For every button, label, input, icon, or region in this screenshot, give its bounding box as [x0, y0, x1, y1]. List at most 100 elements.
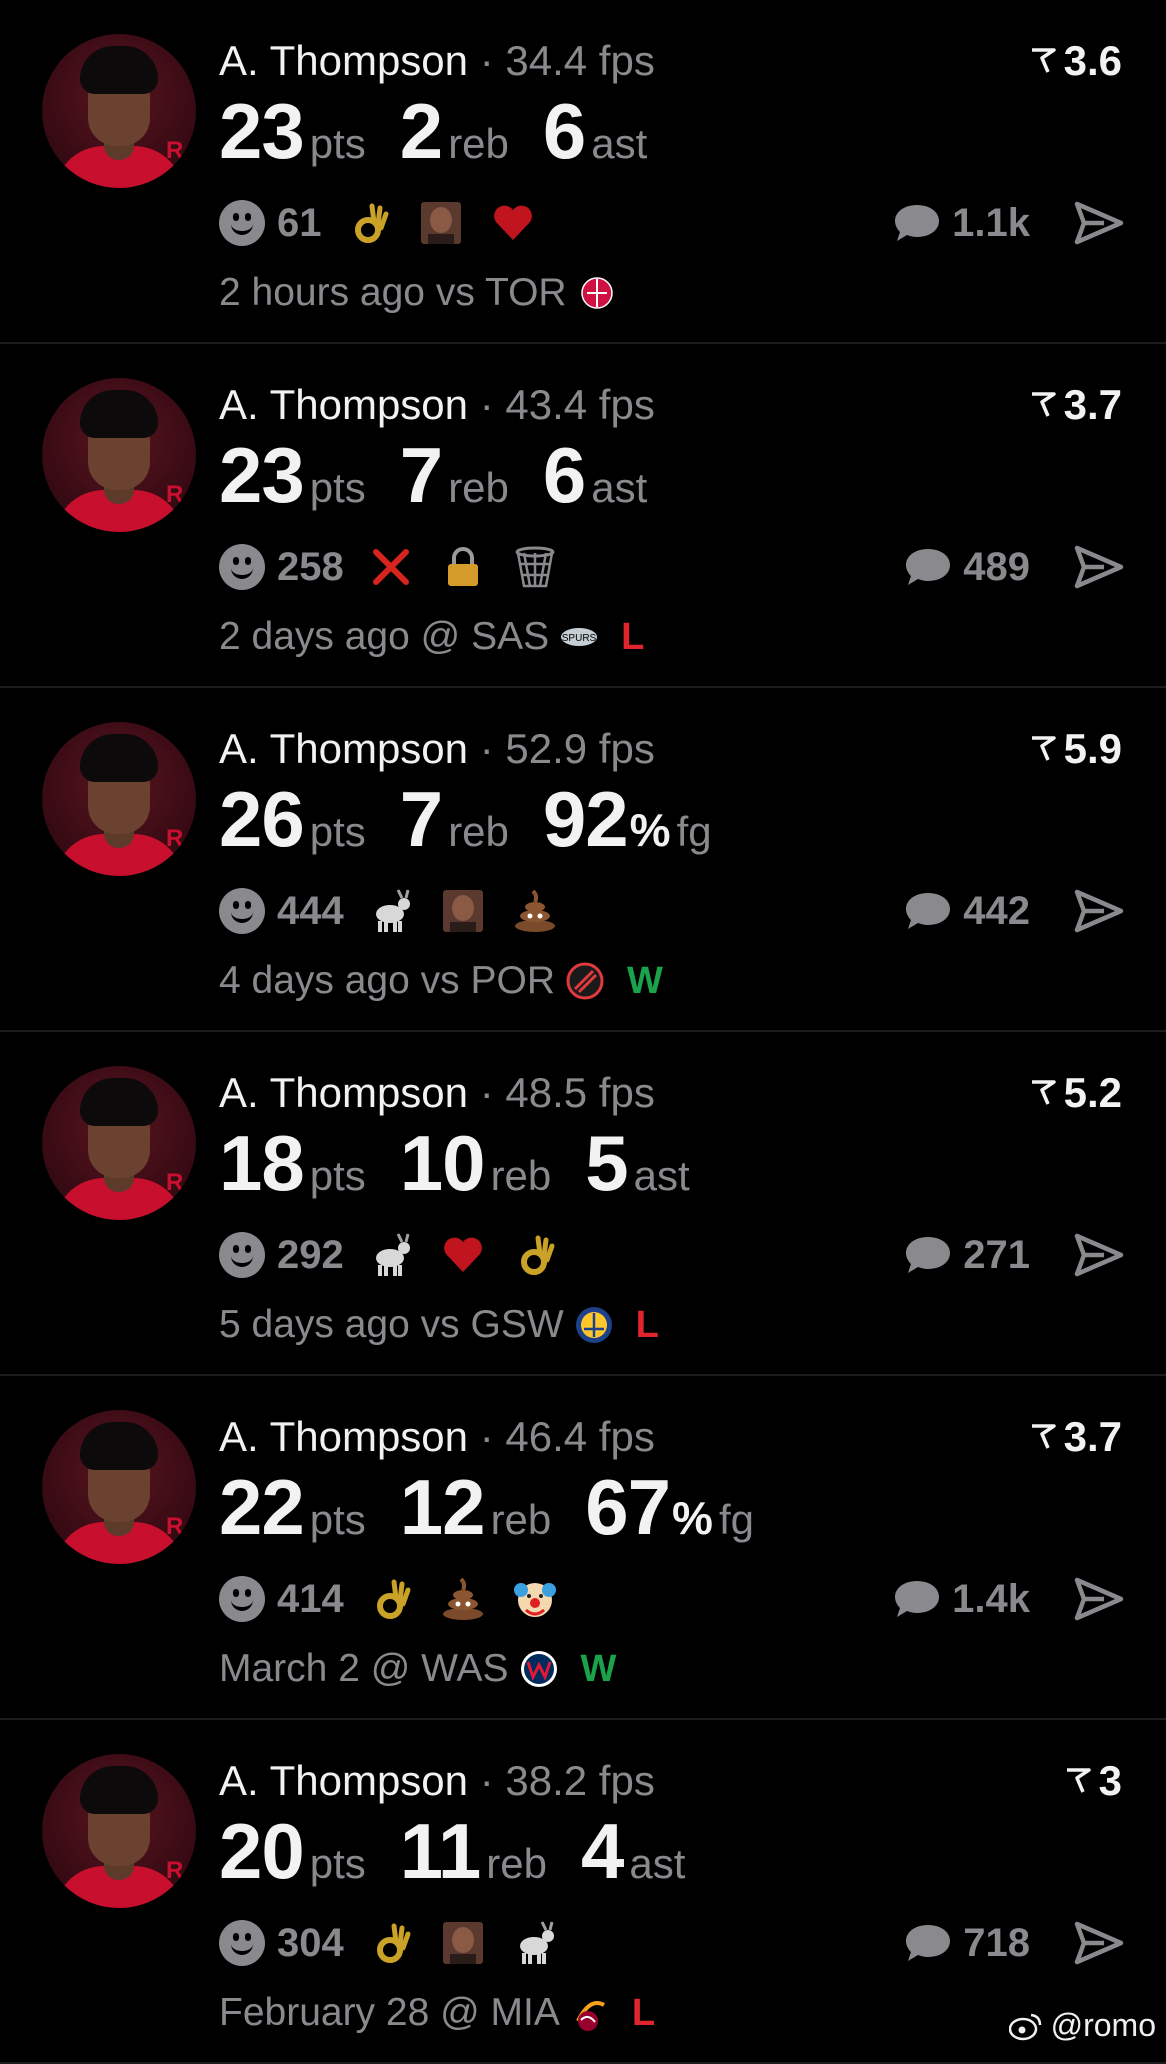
- stat-unit: fg: [718, 1496, 754, 1543]
- comments-button[interactable]: 718: [903, 1918, 1030, 1968]
- photo-face-icon[interactable]: [418, 200, 464, 246]
- share-icon[interactable]: [1074, 1920, 1124, 1966]
- post-card[interactable]: R A. Thompson · 38.2 fps 3 20 pts 11 reb 4 ast 30…: [0, 1720, 1166, 2064]
- post-card[interactable]: R A. Thompson · 46.4 fps 3.7 22 pts 12 reb 67% f…: [0, 1376, 1166, 1720]
- stat-value: 18: [219, 1119, 305, 1207]
- smiley-icon[interactable]: [219, 200, 265, 246]
- photo-face-icon[interactable]: [440, 1920, 486, 1966]
- game-info[interactable]: March 2 @ WAS W: [219, 1644, 616, 1694]
- stat-0: 22 pts: [219, 1462, 366, 1553]
- game-info[interactable]: February 28 @ MIA L: [219, 1988, 655, 2038]
- game-info[interactable]: 5 days ago vs GSW L: [219, 1300, 659, 1350]
- post-card[interactable]: R A. Thompson · 34.4 fps 3.6 23 pts 2 reb 6 ast 6…: [0, 0, 1166, 344]
- smiley-icon[interactable]: [219, 888, 265, 934]
- basket-net-icon[interactable]: [512, 544, 558, 590]
- stat-value: 4: [580, 1807, 624, 1895]
- stat-value: 23: [219, 431, 305, 519]
- stat-1: 10 reb: [400, 1118, 551, 1209]
- flag-icon: [1031, 392, 1056, 417]
- poop-icon[interactable]: [440, 1576, 486, 1622]
- lock-icon[interactable]: [440, 544, 486, 590]
- heart-icon[interactable]: [440, 1232, 486, 1278]
- player-name[interactable]: A. Thompson: [219, 1413, 468, 1460]
- stat-line: 20 pts 11 reb 4 ast: [219, 1806, 719, 1897]
- comment-count: 442: [963, 888, 1030, 933]
- ok-hand-icon[interactable]: [368, 1920, 414, 1966]
- player-name[interactable]: A. Thompson: [219, 381, 468, 428]
- stat-2: 67% fg: [585, 1462, 754, 1553]
- avatar[interactable]: R: [42, 1754, 196, 1908]
- player-name[interactable]: A. Thompson: [219, 1069, 468, 1116]
- avatar[interactable]: R: [42, 1410, 196, 1564]
- share-icon[interactable]: [1074, 888, 1124, 934]
- avatar[interactable]: R: [42, 378, 196, 532]
- comments-button[interactable]: 1.4k: [892, 1574, 1030, 1624]
- stat-unit: fg: [676, 808, 712, 855]
- ok-hand-icon[interactable]: [512, 1232, 558, 1278]
- comments-button[interactable]: 442: [903, 886, 1030, 936]
- post-card[interactable]: R A. Thompson · 52.9 fps 5.9 26 pts 7 reb 92% fg…: [0, 688, 1166, 1032]
- avatar[interactable]: R: [42, 1066, 196, 1220]
- game-result-badge: L: [621, 615, 645, 658]
- game-result-badge: L: [631, 1991, 656, 2034]
- post-card[interactable]: R A. Thompson · 43.4 fps 3.7 23 pts 7 reb 6 ast 2…: [0, 344, 1166, 688]
- post-title[interactable]: A. Thompson · 43.4 fps: [219, 380, 655, 430]
- goat-icon[interactable]: [368, 1232, 414, 1278]
- game-info[interactable]: 2 days ago @ SAS SPURS L: [219, 612, 644, 662]
- game-time: 2 days ago @ SAS: [219, 615, 550, 658]
- rockets-logo-icon: R: [166, 825, 184, 852]
- game-info[interactable]: 2 hours ago vs TOR: [219, 268, 617, 318]
- stat-percent-sign: %: [629, 804, 671, 856]
- avatar[interactable]: R: [42, 722, 196, 876]
- raptors-logo: [580, 277, 613, 309]
- stat-value: 22: [219, 1463, 305, 1551]
- reaction-count: 292: [277, 1232, 344, 1277]
- stat-unit: pts: [309, 808, 366, 855]
- rockets-logo-icon: R: [166, 1169, 184, 1196]
- post-title[interactable]: A. Thompson · 38.2 fps: [219, 1756, 655, 1806]
- avatar[interactable]: R: [42, 34, 196, 188]
- post-title[interactable]: A. Thompson · 52.9 fps: [219, 724, 655, 774]
- player-name[interactable]: A. Thompson: [219, 37, 468, 84]
- flag-icon: [1031, 1424, 1056, 1449]
- stat-value: 6: [542, 431, 586, 519]
- share-icon[interactable]: [1074, 200, 1124, 246]
- reaction-count: 258: [277, 544, 344, 589]
- goat-icon[interactable]: [368, 888, 414, 934]
- goat-icon[interactable]: [512, 1920, 558, 1966]
- post-card[interactable]: R A. Thompson · 48.5 fps 5.2 18 pts 10 reb 5 ast…: [0, 1032, 1166, 1376]
- smiley-icon[interactable]: [219, 1920, 265, 1966]
- smiley-icon[interactable]: [219, 1576, 265, 1622]
- post-title[interactable]: A. Thompson · 34.4 fps: [219, 36, 655, 86]
- smiley-icon[interactable]: [219, 1232, 265, 1278]
- title-separator: ·: [479, 1757, 494, 1804]
- photo-face-icon[interactable]: [440, 888, 486, 934]
- share-icon[interactable]: [1074, 1576, 1124, 1622]
- cross-mark-icon[interactable]: [368, 544, 414, 590]
- player-name[interactable]: A. Thompson: [219, 1757, 468, 1804]
- heart-icon[interactable]: [490, 200, 536, 246]
- title-separator: ·: [479, 1413, 494, 1460]
- ok-hand-icon[interactable]: [346, 200, 392, 246]
- player-name[interactable]: A. Thompson: [219, 725, 468, 772]
- post-title[interactable]: A. Thompson · 48.5 fps: [219, 1068, 655, 1118]
- share-icon[interactable]: [1074, 1232, 1124, 1278]
- comments-button[interactable]: 1.1k: [892, 198, 1030, 248]
- rockets-logo-icon: R: [166, 1857, 184, 1884]
- post-title[interactable]: A. Thompson · 46.4 fps: [219, 1412, 655, 1462]
- stat-0: 23 pts: [219, 86, 366, 177]
- game-info[interactable]: 4 days ago vs POR W: [219, 956, 663, 1006]
- comments-button[interactable]: 489: [903, 542, 1030, 592]
- poop-icon[interactable]: [512, 888, 558, 934]
- fps-value: 34.4 fps: [505, 37, 655, 84]
- ok-hand-icon[interactable]: [368, 1576, 414, 1622]
- comments-button[interactable]: 271: [903, 1230, 1030, 1280]
- stat-value: 92: [542, 775, 629, 863]
- smiley-icon[interactable]: [219, 544, 265, 590]
- share-icon[interactable]: [1074, 544, 1124, 590]
- stat-unit: ast: [591, 464, 648, 511]
- rating-badge: 5.2: [1028, 1068, 1122, 1118]
- clown-icon[interactable]: [512, 1576, 558, 1622]
- stat-line: 23 pts 7 reb 6 ast: [219, 430, 681, 521]
- stat-line: 26 pts 7 reb 92% fg: [219, 774, 746, 865]
